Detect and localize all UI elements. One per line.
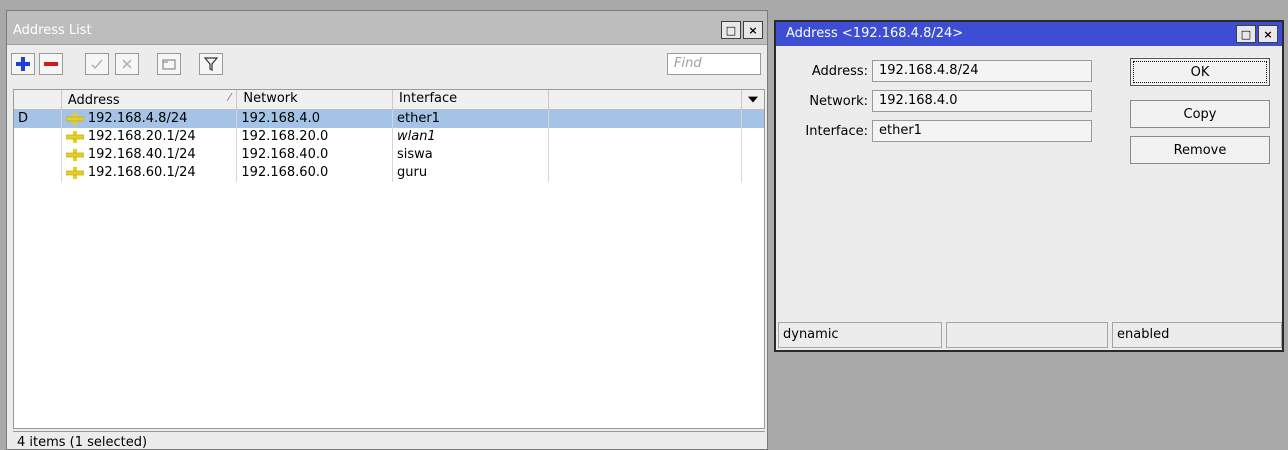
row-network: 192.168.4.0 <box>237 110 393 128</box>
ok-button[interactable]: OK <box>1130 58 1270 86</box>
add-button[interactable] <box>11 53 35 75</box>
dialog-status-bar: dynamic enabled <box>778 322 1282 348</box>
disable-button[interactable] <box>115 53 139 75</box>
maximize-button[interactable]: □ <box>721 21 741 39</box>
column-address-label: Address <box>67 92 120 108</box>
ip-address-icon <box>65 149 84 161</box>
table-row[interactable]: 192.168.40.1/24 192.168.40.0 siswa <box>14 146 764 164</box>
row-address: 192.168.20.1/24 <box>87 129 196 144</box>
sort-indicator-icon: ⁄ <box>228 91 231 104</box>
find-input[interactable]: Find <box>667 53 761 75</box>
row-flag <box>14 164 62 182</box>
address-table: Address ⁄ Network Interface D 192.168.4.8… <box>13 89 765 429</box>
row-network: 192.168.20.0 <box>237 128 393 146</box>
row-empty-cell <box>549 110 743 128</box>
remove-dialog-button[interactable]: Remove <box>1130 136 1270 164</box>
row-empty-cell <box>549 164 743 182</box>
table-row[interactable]: 192.168.60.1/24 192.168.60.0 guru <box>14 164 764 182</box>
row-interface: guru <box>393 164 549 182</box>
address-dialog-titlebar[interactable]: Address <192.168.4.8/24> □ × <box>776 22 1282 46</box>
copy-button[interactable]: Copy <box>1130 100 1270 128</box>
row-dd-cell <box>742 164 764 182</box>
row-flag <box>14 146 62 164</box>
ip-address-icon <box>65 113 84 125</box>
address-label: Address: <box>811 63 868 79</box>
row-dd-cell <box>742 128 764 146</box>
status-bar: 4 items (1 selected) <box>13 431 765 450</box>
cross-icon <box>122 59 132 69</box>
table-body: D 192.168.4.8/24 192.168.4.0 ether1 192.168.… <box>14 110 764 182</box>
close-button[interactable]: × <box>743 21 763 39</box>
remove-button[interactable] <box>39 53 63 75</box>
row-network: 192.168.40.0 <box>237 146 393 164</box>
address-dialog-title: Address <192.168.4.8/24> <box>786 26 964 41</box>
address-list-titlebar[interactable]: Address List □ × <box>7 11 767 45</box>
dialog-maximize-button[interactable]: □ <box>1236 25 1256 43</box>
address-list-window: Address List □ × Find Address ⁄ Network … <box>6 10 768 450</box>
column-address[interactable]: Address ⁄ <box>62 90 238 110</box>
row-address-cell: 192.168.60.1/24 <box>62 164 238 182</box>
minus-icon <box>44 62 58 66</box>
row-empty-cell <box>549 146 743 164</box>
column-interface[interactable]: Interface <box>393 90 549 110</box>
ip-address-icon <box>65 167 84 179</box>
check-icon <box>91 59 103 70</box>
interface-field[interactable]: ether1 <box>872 120 1092 142</box>
column-flag[interactable] <box>14 90 62 110</box>
table-header: Address ⁄ Network Interface <box>14 90 764 110</box>
comment-button[interactable] <box>157 53 181 75</box>
status-enabled: enabled <box>1112 322 1282 348</box>
row-address: 192.168.4.8/24 <box>87 111 188 126</box>
filter-button[interactable] <box>199 53 223 75</box>
dropdown-arrow-icon <box>747 96 758 103</box>
columns-dropdown[interactable] <box>742 90 764 110</box>
row-address-cell: 192.168.4.8/24 <box>62 110 238 128</box>
address-list-toolbar: Find <box>7 45 767 81</box>
row-interface: ether1 <box>393 110 549 128</box>
table-row[interactable]: 192.168.20.1/24 192.168.20.0 wlan1 <box>14 128 764 146</box>
address-field[interactable]: 192.168.4.8/24 <box>872 60 1092 82</box>
row-interface: siswa <box>393 146 549 164</box>
comment-icon <box>162 59 176 70</box>
row-network: 192.168.60.0 <box>237 164 393 182</box>
row-dd-cell <box>742 146 764 164</box>
address-dialog: Address <192.168.4.8/24> □ × Address: 19… <box>774 20 1284 352</box>
address-list-title: Address List <box>13 23 92 38</box>
row-flag: D <box>14 110 62 128</box>
status-empty <box>946 322 1108 348</box>
row-address: 192.168.40.1/24 <box>87 147 196 162</box>
column-network[interactable]: Network <box>237 90 393 110</box>
row-address: 192.168.60.1/24 <box>87 165 196 180</box>
ip-address-icon <box>65 131 84 143</box>
interface-label: Interface: <box>805 123 868 139</box>
row-dd-cell <box>742 110 764 128</box>
plus-icon <box>16 57 30 71</box>
row-empty-cell <box>549 128 743 146</box>
row-address-cell: 192.168.40.1/24 <box>62 146 238 164</box>
enable-button[interactable] <box>85 53 109 75</box>
network-label: Network: <box>809 93 868 109</box>
row-flag <box>14 128 62 146</box>
network-field[interactable]: 192.168.4.0 <box>872 90 1092 112</box>
filter-icon <box>203 57 219 71</box>
dialog-close-button[interactable]: × <box>1258 25 1278 43</box>
status-dynamic: dynamic <box>778 322 942 348</box>
row-interface: wlan1 <box>393 128 549 146</box>
table-row[interactable]: D 192.168.4.8/24 192.168.4.0 ether1 <box>14 110 764 128</box>
row-address-cell: 192.168.20.1/24 <box>62 128 238 146</box>
column-empty[interactable] <box>549 90 742 110</box>
